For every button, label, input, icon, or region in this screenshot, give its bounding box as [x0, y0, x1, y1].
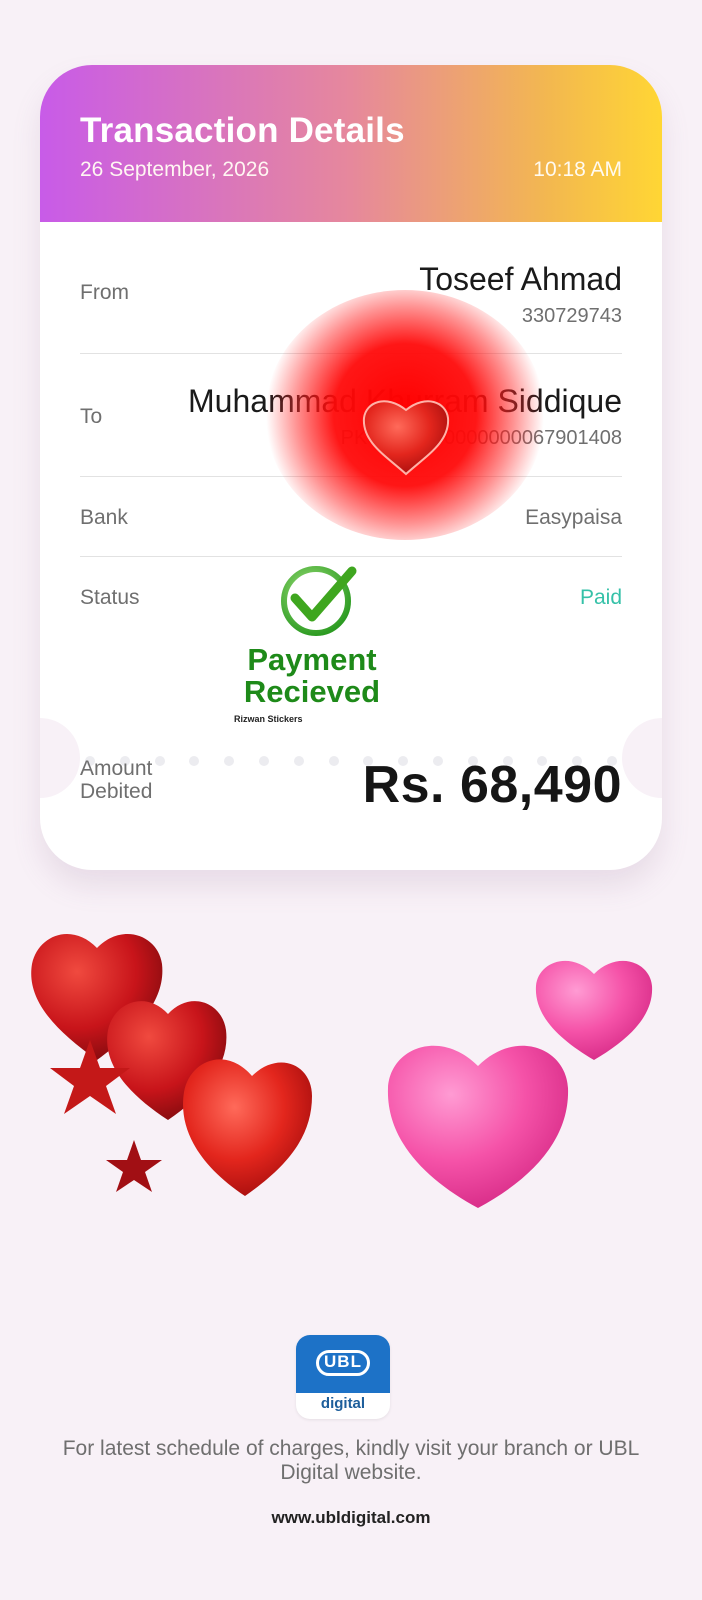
status-value: Paid: [579, 586, 622, 609]
amount-label: Amount Debited: [80, 757, 152, 803]
from-account: 330729743: [521, 305, 622, 327]
from-name: Toseef Ahmad: [419, 261, 622, 297]
pink-heart-icon: [387, 960, 653, 1208]
ticket-notch-left: [40, 718, 80, 798]
ubl-logo-top: UBL: [296, 1335, 390, 1393]
bank-value: Easypaisa: [525, 506, 622, 529]
footer-url[interactable]: www.ubldigital.com: [0, 1508, 702, 1528]
ticket-notch-right: [622, 718, 662, 798]
bank-label: Bank: [80, 506, 128, 529]
status-label: Status: [80, 586, 140, 609]
page-title: Transaction Details: [80, 111, 405, 150]
amount-label-line2: Debited: [80, 780, 153, 803]
heart-glow: [265, 290, 545, 540]
footer-note: For latest schedule of charges, kindly v…: [62, 1437, 640, 1484]
ubl-logo-subtext: digital: [320, 1395, 366, 1412]
payment-received-sticker: Payment Recieved Rizwan Stickers: [228, 566, 396, 726]
card-header: Transaction Details 26 September, 2026 1…: [40, 65, 662, 222]
sticker-credit: Rizwan Stickers: [234, 714, 303, 724]
transaction-date: 26 September, 2026: [80, 158, 270, 181]
red-hearts-cluster-icon: [31, 933, 312, 1196]
amount-value: Rs. 68,490: [362, 756, 622, 814]
sticker-line1: Payment: [247, 642, 377, 677]
transaction-time: 10:18 AM: [533, 158, 622, 181]
sticker-line2: Recieved: [243, 674, 381, 709]
amount-label-line1: Amount: [80, 757, 153, 780]
ubl-digital-logo: UBL digital: [296, 1335, 390, 1419]
to-label: To: [80, 405, 103, 428]
ubl-logo-text: UBL: [324, 1352, 362, 1371]
divider: [80, 556, 622, 557]
from-label: From: [80, 281, 129, 304]
